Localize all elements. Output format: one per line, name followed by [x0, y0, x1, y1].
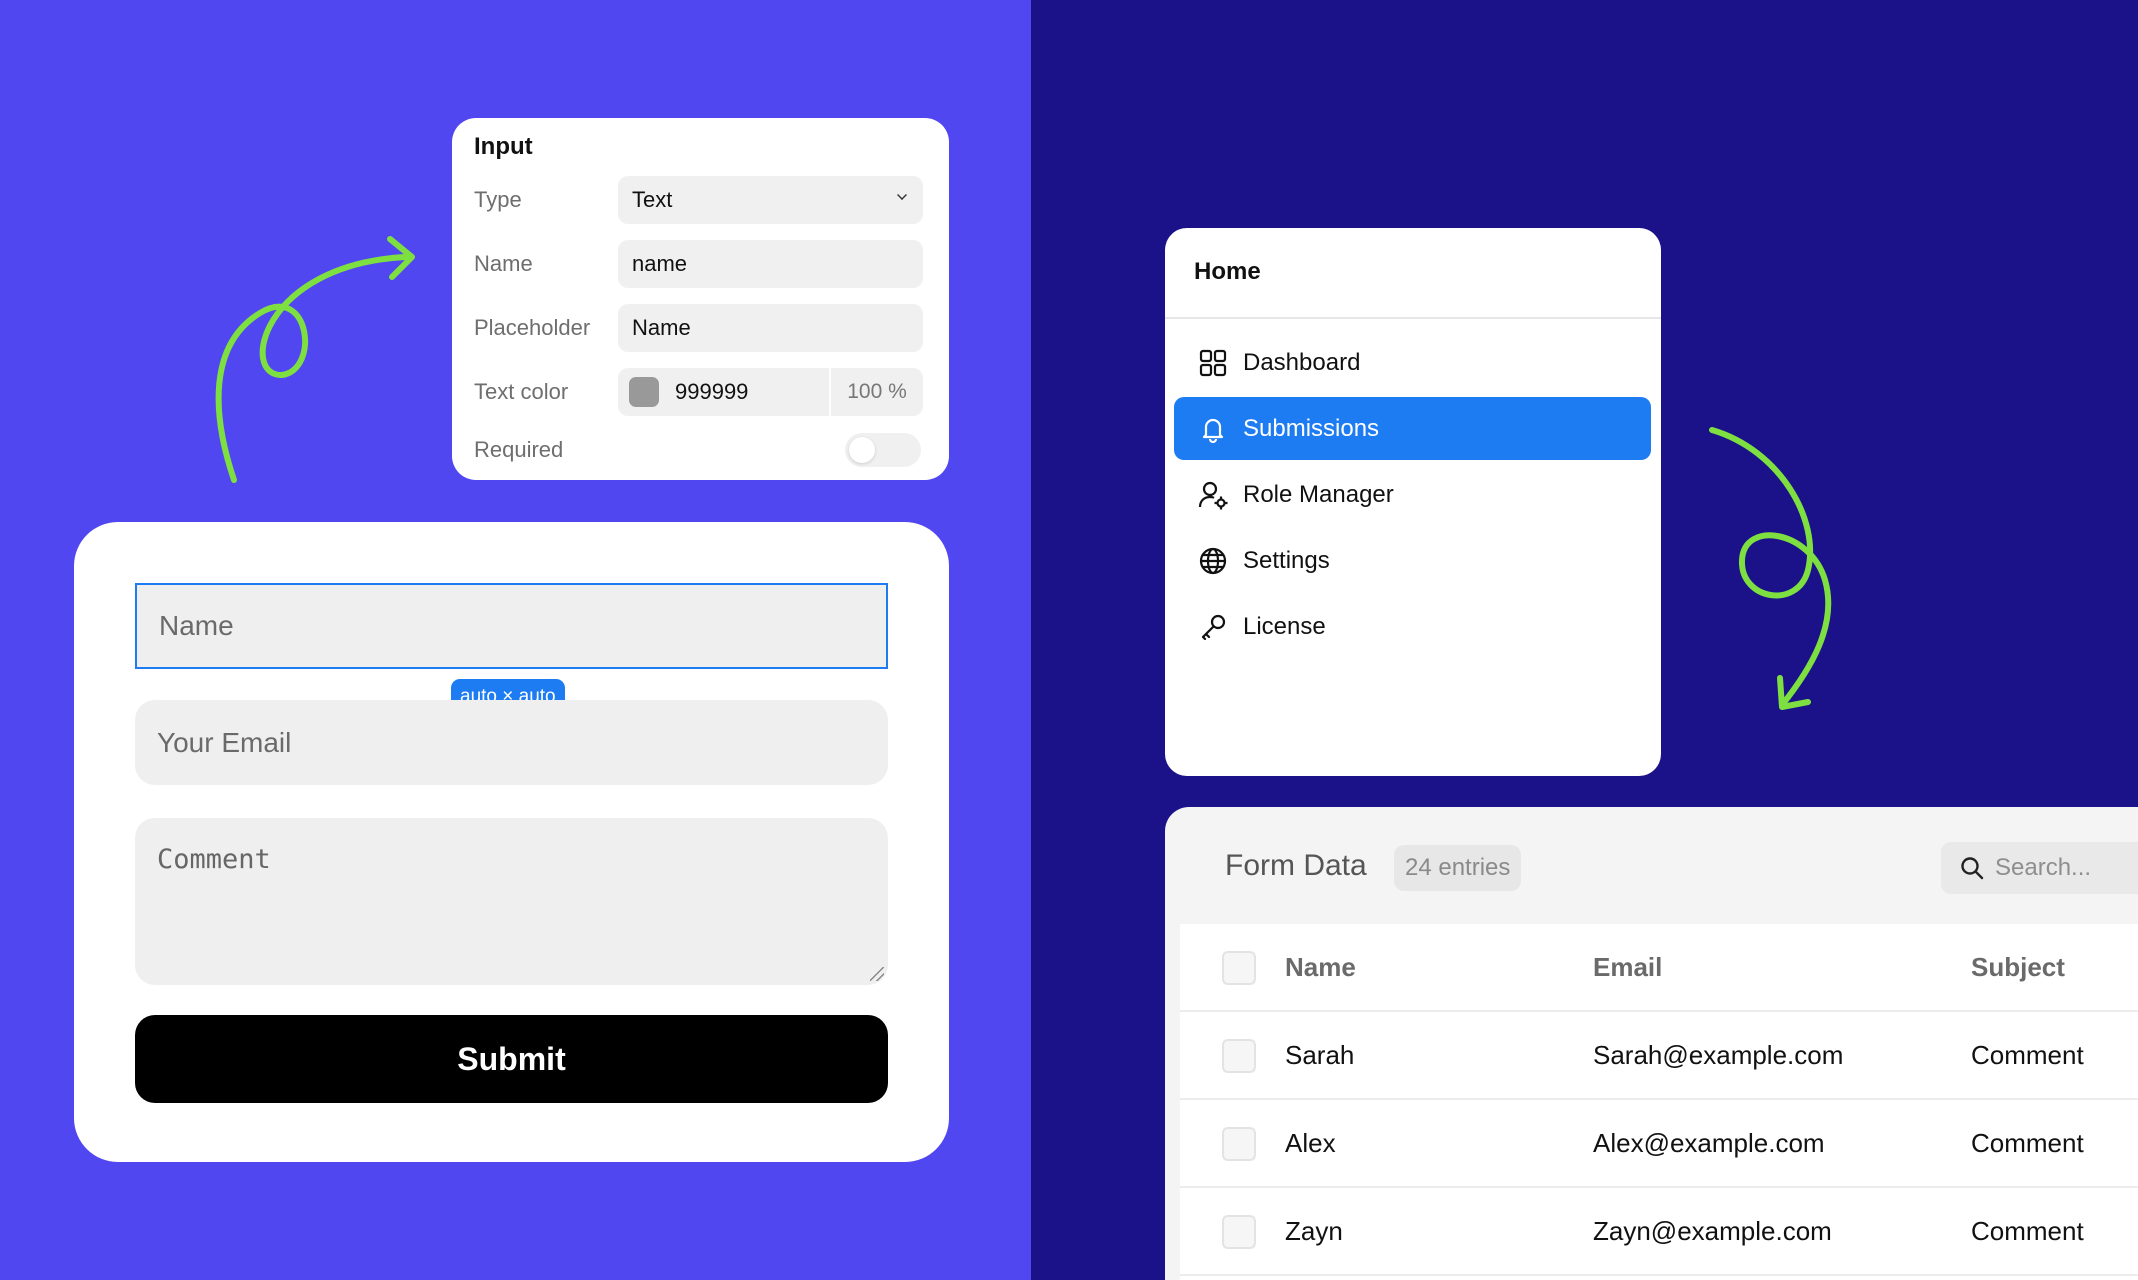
- sidebar-card: Home Dashboard Submissions Role Manager …: [1165, 228, 1661, 776]
- column-header-email[interactable]: Email: [1593, 952, 1662, 983]
- type-value: Text: [632, 187, 673, 212]
- text-color-label: Text color: [474, 379, 569, 404]
- text-color-field[interactable]: 999999 100 %: [618, 368, 923, 416]
- grid-icon: [1199, 349, 1227, 376]
- sidebar-title: Home: [1194, 258, 1261, 285]
- type-label: Type: [474, 187, 522, 212]
- row-checkbox[interactable]: [1222, 1039, 1256, 1073]
- divider: [1165, 317, 1661, 319]
- search-input[interactable]: Search...: [1941, 842, 2138, 894]
- bell-icon: [1202, 418, 1224, 443]
- submit-button[interactable]: Submit: [135, 1015, 888, 1103]
- cell-email: Alex@example.com: [1593, 1128, 1825, 1158]
- input-properties-panel: Input Type Text Name name Placeholder Na…: [452, 118, 949, 480]
- text-color-value: 999999: [675, 379, 749, 404]
- name-value: name: [632, 251, 688, 276]
- sidebar-item-label: Settings: [1243, 546, 1330, 574]
- key-icon: [1201, 614, 1226, 640]
- required-label: Required: [474, 437, 564, 462]
- resize-handle-icon[interactable]: [870, 967, 884, 981]
- curly-arrow-down-icon: [1709, 427, 1832, 710]
- sidebar-item-dashboard[interactable]: Dashboard: [1174, 331, 1651, 394]
- cell-name: Sarah: [1285, 1040, 1355, 1070]
- sidebar-item-license[interactable]: License: [1174, 595, 1651, 658]
- globe-icon: [1199, 547, 1227, 574]
- sidebar-item-label: Submissions: [1243, 414, 1380, 442]
- name-field[interactable]: name: [618, 240, 923, 288]
- row-checkbox[interactable]: [1222, 1215, 1256, 1249]
- sidebar-item-label: Role Manager: [1243, 480, 1394, 508]
- text-color-row: Text color 999999 100 %: [474, 368, 923, 416]
- cell-subject: Comment: [1971, 1040, 2084, 1070]
- cell-subject: Comment: [1971, 1216, 2084, 1246]
- name-row: Name name: [474, 240, 923, 288]
- opacity-field[interactable]: 100 %: [829, 368, 923, 416]
- comment-textarea[interactable]: Comment: [135, 818, 888, 985]
- comment-placeholder: Comment: [157, 844, 271, 875]
- email-input[interactable]: Your Email: [135, 700, 888, 785]
- cell-subject: Comment: [1971, 1128, 2084, 1158]
- table-header-row: Name Email Subject: [1180, 924, 2138, 1012]
- cell-name: Alex: [1285, 1128, 1336, 1158]
- chevron-down-icon: [897, 190, 907, 200]
- placeholder-field[interactable]: Name: [618, 304, 923, 352]
- panel-title: Input: [474, 133, 533, 160]
- table-row[interactable]: Sarah Sarah@example.com Comment: [1180, 1012, 2138, 1100]
- search-placeholder: Search...: [1995, 854, 2092, 881]
- type-row: Type Text: [474, 176, 923, 224]
- sidebar-item-label: Dashboard: [1243, 348, 1361, 376]
- sidebar-item-settings[interactable]: Settings: [1174, 529, 1651, 592]
- column-header-name[interactable]: Name: [1285, 952, 1356, 983]
- table-row[interactable]: Alex Alex@example.com Comment: [1180, 1100, 2138, 1188]
- entries-count-badge: 24 entries: [1394, 845, 1522, 891]
- table-title: Form Data: [1225, 849, 1367, 882]
- table-row[interactable]: Zayn Zayn@example.com Comment: [1180, 1188, 2138, 1276]
- contact-form-card: Name auto × auto Your Email Comment Subm…: [74, 522, 949, 1162]
- column-header-subject[interactable]: Subject: [1971, 952, 2065, 983]
- curly-arrow-right-icon: [215, 236, 415, 483]
- cell-email: Sarah@example.com: [1593, 1040, 1844, 1070]
- placeholder-label: Placeholder: [474, 315, 591, 340]
- placeholder-value: Name: [632, 315, 691, 340]
- required-row: Required: [474, 426, 923, 474]
- placeholder-row: Placeholder Name: [474, 304, 923, 352]
- sidebar-item-submissions[interactable]: Submissions: [1174, 397, 1651, 460]
- type-select[interactable]: Text: [618, 176, 923, 224]
- color-swatch[interactable]: [629, 377, 659, 407]
- name-input[interactable]: Name: [135, 583, 888, 669]
- sidebar-item-role-manager[interactable]: Role Manager: [1174, 463, 1651, 526]
- required-toggle[interactable]: [845, 433, 921, 467]
- form-data-table-card: Form Data 24 entries Search... Name Emai…: [1165, 807, 2138, 1280]
- search-icon: [1961, 857, 1984, 880]
- name-label: Name: [474, 251, 533, 276]
- select-all-checkbox[interactable]: [1222, 951, 1256, 985]
- user-gear-icon: [1198, 481, 1228, 509]
- data-table: Name Email Subject Sarah Sarah@example.c…: [1180, 924, 2138, 1280]
- sidebar-item-label: License: [1243, 612, 1326, 640]
- cell-email: Zayn@example.com: [1593, 1216, 1832, 1246]
- cell-name: Zayn: [1285, 1216, 1343, 1246]
- row-checkbox[interactable]: [1222, 1127, 1256, 1161]
